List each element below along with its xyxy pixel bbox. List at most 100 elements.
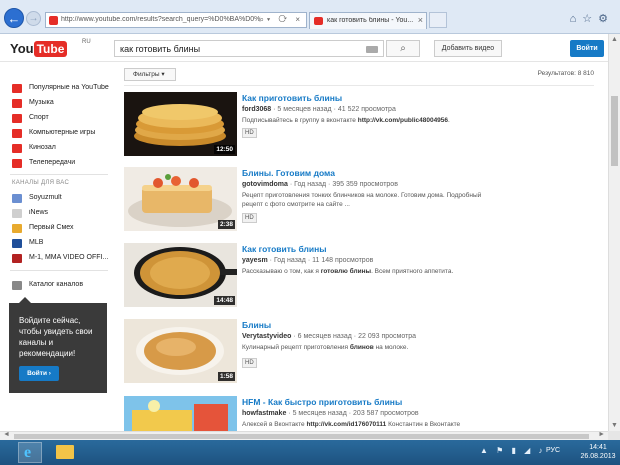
gear-icon[interactable]: ⚙ [598, 13, 614, 25]
hd-badge: HD [242, 213, 257, 223]
login-button[interactable]: Войти [570, 40, 604, 57]
address-tools-icon[interactable]: ⌕▾ ⟳ × [259, 15, 303, 25]
channel-name[interactable]: gotovimdoma [242, 181, 288, 188]
scroll-up-icon[interactable]: ▲ [611, 36, 618, 43]
search-query[interactable]: как готовить блины [120, 44, 200, 54]
search-icon: ⌕ [400, 43, 406, 54]
channel-name[interactable]: howfastmake [242, 410, 286, 417]
video-title[interactable]: Как приготовить блины [242, 93, 592, 103]
channel-avatar-icon [12, 239, 22, 248]
hd-badge: HD [242, 128, 257, 138]
search-button[interactable]: ⌕ [386, 40, 420, 57]
filters-button[interactable]: Фильтры ▾ [124, 68, 176, 81]
address-url[interactable]: http://www.youtube.com/results?search_qu… [61, 16, 261, 23]
upload-age: 5 месяцев назад [277, 106, 332, 113]
scroll-thumb[interactable] [14, 434, 589, 439]
upload-button[interactable]: Добавить видео [434, 40, 502, 57]
video-meta: Verytastyvideo · 6 месяцев назад · 22 09… [242, 333, 417, 340]
movies-icon [12, 144, 22, 153]
site-header: You Tube RU как готовить блины ⌕ Добавить… [0, 34, 608, 62]
channel-avatar-icon [12, 194, 22, 203]
video-thumbnail[interactable]: 12:50 [124, 92, 237, 156]
catalog-icon [12, 281, 22, 290]
keyboard-icon[interactable] [366, 46, 378, 53]
pancake-cartoon-image [124, 396, 237, 431]
video-duration: 12:50 [214, 145, 235, 154]
search-input[interactable]: как готовить блины [114, 40, 384, 57]
view-count: 41 522 просмотра [337, 106, 396, 113]
home-icon[interactable]: ⌂ [570, 13, 583, 25]
results-divider [124, 85, 594, 86]
forward-button[interactable]: → [26, 11, 41, 26]
video-title[interactable]: Блины. Готовим дома [242, 168, 592, 178]
view-count: 11 148 просмотров [312, 257, 374, 264]
description-link[interactable]: http://vk.com/id176070111 [306, 421, 386, 428]
video-result: 12:50 Как приготовить блины ford3068 · 5… [124, 92, 594, 156]
tv-icon [12, 159, 22, 168]
promo-login-button[interactable]: Войти › [19, 366, 59, 381]
address-bar[interactable]: http://www.youtube.com/results?search_qu… [45, 12, 307, 28]
channel-name[interactable]: ford3068 [242, 106, 271, 113]
file-explorer-icon[interactable] [56, 445, 74, 459]
video-thumbnail[interactable] [124, 396, 237, 431]
video-duration: 14:48 [214, 296, 235, 305]
new-tab-button[interactable] [429, 12, 447, 28]
video-thumbnail[interactable]: 2:38 [124, 167, 237, 231]
video-meta: yayesm · Год назад · 11 148 просмотров [242, 257, 374, 264]
video-description: Алексей в Вконтакте http://vk.com/id1760… [242, 421, 461, 428]
channel-name[interactable]: Verytastyvideo [242, 333, 291, 340]
video-title[interactable]: Как готовить блины [242, 244, 592, 254]
video-meta: ford3068 · 5 месяцев назад · 41 522 прос… [242, 106, 396, 113]
language-indicator[interactable]: РУС [546, 447, 560, 454]
scroll-left-icon[interactable]: ◄ [3, 431, 10, 438]
video-result: 14:48 Как готовить блины yayesm · Год на… [124, 243, 594, 307]
video-meta: gotovimdoma · Год назад · 395 359 просмо… [242, 181, 398, 188]
vertical-scrollbar[interactable]: ▲ ▼ [608, 34, 620, 431]
channel-avatar-icon [12, 224, 22, 233]
tab-close-icon[interactable]: × [418, 15, 423, 25]
clock-date: 26.08.2013 [580, 453, 616, 460]
upload-age: 6 месяцев назад [297, 333, 352, 340]
scroll-down-icon[interactable]: ▼ [611, 422, 618, 429]
system-tray-icons[interactable]: ▲ ⚑ ▮ ◢ ♪ [480, 446, 546, 455]
favorites-star-icon[interactable]: ☆ [582, 13, 598, 25]
channel-name[interactable]: yayesm [242, 257, 268, 264]
video-thumbnail[interactable]: 14:48 [124, 243, 237, 307]
view-count: 203 587 просмотров [353, 410, 419, 417]
back-button[interactable]: ← [4, 8, 24, 28]
description-link[interactable]: http://vk.com/public48004956 [358, 117, 448, 124]
upload-age: 5 месяцев назад [292, 410, 347, 417]
scroll-thumb[interactable] [611, 96, 618, 166]
channel-avatar-icon [12, 254, 22, 263]
signin-promo: Войдите сейчас, чтобы увидеть свои канал… [9, 297, 107, 393]
clock-time: 14:41 [589, 444, 607, 451]
video-result: 1:58 Блины Verytastyvideo · 6 месяцев на… [124, 319, 594, 383]
video-result: HFM - Как быстро приготовить блины howfa… [124, 396, 594, 431]
video-thumbnail[interactable]: 1:58 [124, 319, 237, 383]
video-description: Подписывайтесь в группу в вконтакте http… [242, 117, 450, 124]
promo-text: Войдите сейчас, чтобы увидеть свои канал… [19, 316, 93, 358]
internet-explorer-icon[interactable]: e [18, 442, 42, 463]
scroll-right-icon[interactable]: ► [598, 431, 605, 438]
browser-icons[interactable]: ⌂☆⚙ [570, 12, 614, 25]
tab-youtube[interactable]: как готовить блины - You... × [309, 12, 427, 29]
youtube-favicon-icon [49, 16, 58, 25]
browser-toolbar: ← → http://www.youtube.com/results?searc… [0, 0, 620, 34]
youtube-logo[interactable]: You Tube RU [10, 39, 91, 57]
video-title[interactable]: Блины [242, 320, 592, 330]
sidebar-divider [10, 174, 108, 175]
horizontal-scrollbar[interactable]: ◄ ► [0, 431, 608, 440]
results-count: Результатов: 8 810 [537, 70, 594, 77]
video-duration: 1:58 [217, 372, 235, 381]
windows-taskbar: e ▲ ⚑ ▮ ◢ ♪ РУС 14:41 26.08.2013 [0, 440, 620, 465]
video-result: 2:38 Блины. Готовим дома gotovimdoma · Г… [124, 167, 594, 231]
video-description: Кулинарный рецепт приготовления блинов н… [242, 344, 409, 351]
video-description: Рецепт приготовления тонких блинчиков на… [242, 192, 482, 208]
view-count: 395 359 просмотров [332, 181, 398, 188]
sidebar: Популярные на YouTube Музыка Спорт Компь… [0, 63, 112, 431]
video-title[interactable]: HFM - Как быстро приготовить блины [242, 397, 592, 407]
channels-heading: КАНАЛЫ ДЛЯ ВАС [12, 180, 70, 186]
clock[interactable]: 14:41 26.08.2013 [580, 443, 616, 461]
upload-age: Год назад [294, 181, 327, 188]
games-icon [12, 129, 22, 138]
